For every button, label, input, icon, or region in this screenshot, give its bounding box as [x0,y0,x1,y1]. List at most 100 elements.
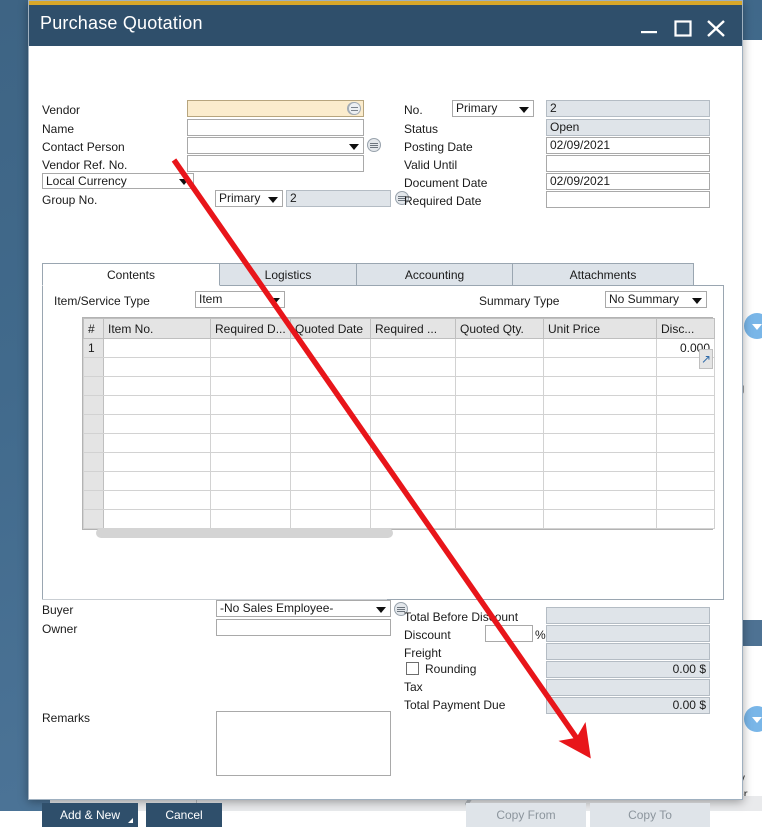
cell-required[interactable] [371,415,456,434]
cell-required-d[interactable] [211,377,291,396]
grid-col-disc[interactable]: Disc... [657,319,715,339]
contact-person-select[interactable] [187,137,364,154]
cell-quoted-date[interactable] [291,396,371,415]
cell-quoted-qty[interactable] [456,491,544,510]
cell-quoted-qty[interactable] [456,510,544,529]
cell-required[interactable] [371,434,456,453]
cell-unit-price[interactable] [544,358,657,377]
currency-select[interactable]: Local Currency [42,173,194,189]
vendor-ref-no-input[interactable] [187,155,364,172]
cell-quoted-qty[interactable] [456,339,544,358]
cell-num[interactable] [84,377,104,396]
cell-item-no[interactable] [104,510,211,529]
cell-item-no[interactable] [104,358,211,377]
cell-required-d[interactable] [211,472,291,491]
cell-quoted-date[interactable] [291,377,371,396]
cell-required[interactable] [371,491,456,510]
discount-percent-input[interactable] [485,625,533,642]
cell-item-no[interactable] [104,453,211,472]
cell-disc[interactable] [657,453,715,472]
cell-item-no[interactable] [104,434,211,453]
cell-item-no[interactable] [104,377,211,396]
cell-disc[interactable] [657,377,715,396]
cell-num[interactable] [84,358,104,377]
table-row[interactable] [84,491,715,510]
cell-item-no[interactable] [104,396,211,415]
cell-disc[interactable] [657,510,715,529]
table-row[interactable] [84,396,715,415]
cell-required-d[interactable] [211,358,291,377]
cell-num[interactable] [84,472,104,491]
grid-scrollbar-thumb[interactable] [96,528,393,538]
table-row[interactable] [84,377,715,396]
close-button[interactable] [703,16,729,40]
tab-contents[interactable]: Contents [42,263,220,286]
cell-unit-price[interactable] [544,453,657,472]
remarks-textarea[interactable] [216,711,391,776]
vendor-lookup-icon[interactable] [348,102,361,115]
cell-quoted-qty[interactable] [456,472,544,491]
add-new-split-arrow-icon[interactable] [128,818,133,823]
cell-quoted-qty[interactable] [456,453,544,472]
cell-quoted-qty[interactable] [456,377,544,396]
cell-item-no[interactable] [104,472,211,491]
buyer-select[interactable]: -No Sales Employee- [216,600,391,617]
table-row[interactable] [84,472,715,491]
grid-horizontal-scrollbar[interactable] [82,528,713,538]
cell-quoted-date[interactable] [291,472,371,491]
cell-unit-price[interactable] [544,491,657,510]
grid-col-item-no[interactable]: Item No. [104,319,211,339]
group-no-series-select[interactable]: Primary [215,190,283,207]
cell-num[interactable] [84,453,104,472]
cell-required-d[interactable] [211,453,291,472]
tab-logistics[interactable]: Logistics [219,263,357,286]
posting-date-input[interactable]: 02/09/2021 [546,137,710,154]
cell-required[interactable] [371,510,456,529]
cell-disc[interactable] [657,415,715,434]
cell-required[interactable] [371,377,456,396]
freight-value[interactable] [546,643,710,660]
tab-accounting[interactable]: Accounting [356,263,513,286]
cell-unit-price[interactable] [544,472,657,491]
cell-quoted-qty[interactable] [456,358,544,377]
owner-input[interactable] [216,619,391,636]
grid-col-required-d[interactable]: Required D... [211,319,291,339]
cell-quoted-date[interactable] [291,358,371,377]
cell-quoted-date[interactable] [291,434,371,453]
cell-required[interactable] [371,453,456,472]
cell-item-no[interactable] [104,339,211,358]
add-new-button[interactable]: Add & New [42,803,138,827]
copy-to-button[interactable]: Copy To [590,803,710,827]
cell-required[interactable] [371,358,456,377]
grid-col-quoted-qty[interactable]: Quoted Qty. [456,319,544,339]
cell-num[interactable] [84,510,104,529]
grid-col-required[interactable]: Required ... [371,319,456,339]
cell-required-d[interactable] [211,415,291,434]
cell-disc[interactable] [657,396,715,415]
cell-quoted-qty[interactable] [456,434,544,453]
document-date-input[interactable]: 02/09/2021 [546,173,710,190]
item-service-type-select[interactable]: Item [195,291,285,308]
maximize-button[interactable] [670,16,696,40]
cell-required[interactable] [371,396,456,415]
line-items-grid[interactable]: # Item No. Required D... Quoted Date Req… [82,317,713,530]
group-no-input[interactable]: 2 [286,190,391,207]
cell-quoted-date[interactable] [291,491,371,510]
grid-col-unit-price[interactable]: Unit Price [544,319,657,339]
cell-unit-price[interactable] [544,434,657,453]
contact-person-lookup-icon[interactable] [367,138,381,152]
cell-num[interactable] [84,491,104,510]
minimize-button[interactable] [636,16,662,40]
copy-from-button[interactable]: Copy From [466,803,586,827]
table-row[interactable]: 10.000 [84,339,715,358]
cell-num[interactable]: 1 [84,339,104,358]
cell-required[interactable] [371,339,456,358]
cell-item-no[interactable] [104,491,211,510]
no-series-select[interactable]: Primary [452,100,534,117]
cell-required-d[interactable] [211,491,291,510]
cell-num[interactable] [84,396,104,415]
cell-unit-price[interactable] [544,339,657,358]
cell-required-d[interactable] [211,339,291,358]
rounding-checkbox[interactable] [406,662,419,675]
table-row[interactable] [84,415,715,434]
